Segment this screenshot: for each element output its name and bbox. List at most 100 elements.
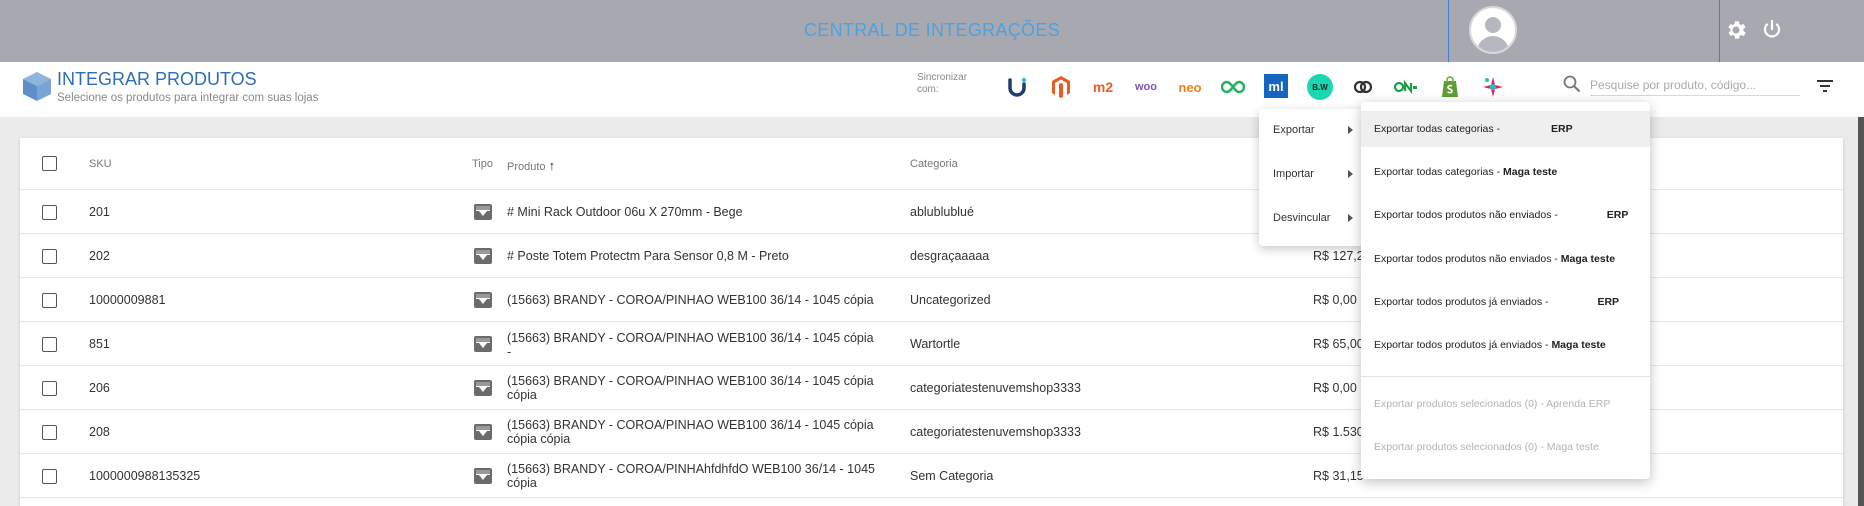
export-selected-erp: Exportar produtos selecionados (0) - Apr… (1361, 386, 1650, 422)
category-cell: Sem Categoria (910, 469, 994, 483)
produto-header-label: Produto (507, 161, 546, 173)
neo-icon[interactable]: neo (1177, 74, 1203, 100)
row-checkbox[interactable] (42, 381, 57, 396)
category-cell: Wartortle (910, 337, 961, 351)
product-name-cell: (15663) BRANDY - COROA/PINHAO WEB100 36/… (507, 418, 874, 446)
cube-icon (23, 72, 51, 101)
row-checkbox[interactable] (42, 293, 57, 308)
submenu-text: Exportar todos produtos não enviados - (1374, 209, 1561, 221)
submenu-text: Exportar produtos selecionados (0) - Apr… (1374, 398, 1611, 410)
sku-cell: 202 (89, 249, 110, 263)
product-name-cell: (15663) BRANDY - COROA/PINHAO WEB100 36/… (507, 331, 874, 359)
column-header-tipo[interactable]: Tipo (472, 158, 493, 170)
submenu-store: Maga teste (1551, 339, 1606, 351)
chevron-right-icon (1348, 214, 1353, 222)
sku-cell: 208 (89, 425, 110, 439)
box-icon (474, 468, 492, 484)
shopify-icon[interactable] (1437, 74, 1463, 100)
row-checkbox[interactable] (42, 337, 57, 352)
link-icon[interactable] (1350, 74, 1376, 100)
price-cell: R$ 65,00 (1313, 337, 1364, 351)
category-cell: desgraçaaaaa (910, 249, 990, 263)
search-icon (1563, 75, 1581, 93)
submenu-text: Exportar todas categorias - (1374, 123, 1503, 135)
power-icon[interactable] (1760, 18, 1784, 42)
export-unsent-products-erp[interactable]: Exportar todos produtos não enviados - E… (1361, 197, 1650, 233)
export-selected-maga: Exportar produtos selecionados (0) - Mag… (1361, 429, 1650, 465)
row-checkbox[interactable] (42, 469, 57, 484)
product-name-cell: (15663) BRANDY - COROA/PINHAO WEB100 36/… (507, 374, 874, 402)
price-cell: R$ 0,00 (1313, 381, 1357, 395)
avatar[interactable] (1469, 6, 1517, 54)
u-icon[interactable] (1004, 74, 1030, 100)
submenu-store: ERP (1550, 123, 1573, 135)
infinity-icon[interactable] (1220, 74, 1246, 100)
top-bar: CENTRAL DE INTEGRAÇÕES (0, 0, 1864, 62)
category-cell: categoriatestenuvemshop3333 (910, 381, 1081, 395)
export-submenu: Exportar todas categorias - ERP Exportar… (1361, 102, 1650, 479)
menu-item-label: Importar (1273, 168, 1314, 180)
page-title: INTEGRAR PRODUTOS (57, 69, 257, 89)
submenu-text: Exportar todos produtos já enviados - (1374, 296, 1552, 308)
box-icon (474, 292, 492, 308)
gear-icon[interactable] (1724, 18, 1748, 42)
product-name-cell: (15663) BRANDY - COROA/PINHAO WEB100 36/… (507, 293, 874, 307)
search-input[interactable] (1590, 74, 1800, 96)
export-all-categories-erp[interactable]: Exportar todas categorias - ERP (1361, 111, 1650, 147)
submenu-text: Exportar todos produtos não enviados - (1374, 253, 1561, 265)
export-unsent-products-maga[interactable]: Exportar todos produtos não enviados - M… (1361, 241, 1650, 277)
category-cell: ablublublué (910, 205, 974, 219)
menu-item-desvincular[interactable]: Desvincular (1259, 207, 1367, 229)
product-name-cell: # Poste Totem Protectm Para Sensor 0,8 M… (507, 249, 789, 263)
product-name-cell: # Mini Rack Outdoor 06u X 270mm - Bege (507, 205, 743, 219)
category-cell: Uncategorized (910, 293, 991, 307)
export-all-categories-maga[interactable]: Exportar todas categorias - Maga teste (1361, 154, 1650, 190)
box-icon (474, 248, 492, 264)
price-cell: R$ 0,00 (1313, 293, 1357, 307)
submenu-text: Exportar produtos selecionados (0) - Mag… (1374, 441, 1599, 453)
submenu-store: Maga teste (1502, 166, 1558, 178)
sku-cell: 1000000988135325 (89, 469, 201, 483)
user-box[interactable] (1448, 0, 1720, 62)
actions-menu: Exportar Importar Desvincular (1259, 109, 1367, 246)
row-checkbox[interactable] (42, 425, 57, 440)
submenu-text: Exportar todos produtos já enviados - (1374, 339, 1552, 351)
column-header-produto[interactable]: Produto ↑ (507, 158, 555, 173)
sort-arrow-up-icon: ↑ (548, 158, 556, 173)
sku-cell: 851 (89, 337, 110, 351)
filter-icon[interactable] (1815, 76, 1835, 96)
bw-icon[interactable]: B.W (1307, 74, 1333, 100)
menu-item-importar[interactable]: Importar (1259, 163, 1367, 185)
submenu-text: Exportar todas categorias - (1374, 166, 1503, 178)
sku-cell: 10000009881 (89, 293, 166, 307)
category-cell: categoriatestenuvemshop3333 (910, 425, 1081, 439)
column-header-categoria[interactable]: Categoria (910, 158, 958, 170)
ml-icon[interactable]: ml (1264, 74, 1288, 98)
woo-icon[interactable]: woo (1133, 74, 1159, 100)
box-icon (474, 424, 492, 440)
sync-label: Sincronizar com: (917, 72, 968, 95)
submenu-divider (1361, 376, 1650, 377)
scrollbar[interactable] (1858, 117, 1864, 506)
page-subtitle: Selecione os produtos para integrar com … (57, 92, 319, 104)
menu-item-label: Desvincular (1273, 212, 1331, 224)
box-icon (474, 204, 492, 220)
magento2-icon[interactable]: m2 (1090, 74, 1116, 100)
price-cell: R$ 31,15 (1313, 469, 1364, 483)
export-sent-products-maga[interactable]: Exportar todos produtos já enviados - Ma… (1361, 327, 1650, 363)
column-header-sku[interactable]: SKU (89, 158, 112, 170)
submenu-store: Maga teste (1560, 253, 1616, 265)
submenu-store: ERP (1597, 296, 1620, 308)
magento-icon[interactable] (1048, 74, 1074, 100)
on-icon[interactable] (1393, 74, 1419, 100)
row-checkbox[interactable] (42, 249, 57, 264)
box-icon (474, 336, 492, 352)
export-sent-products-erp[interactable]: Exportar todos produtos já enviados - ER… (1361, 284, 1650, 320)
star-icon[interactable] (1480, 74, 1506, 100)
row-checkbox[interactable] (42, 205, 57, 220)
chevron-right-icon (1348, 170, 1353, 178)
price-cell: R$ 1.530 (1313, 425, 1364, 439)
menu-item-exportar[interactable]: Exportar (1259, 119, 1367, 141)
menu-item-label: Exportar (1273, 124, 1315, 136)
select-all-checkbox[interactable] (42, 156, 57, 171)
